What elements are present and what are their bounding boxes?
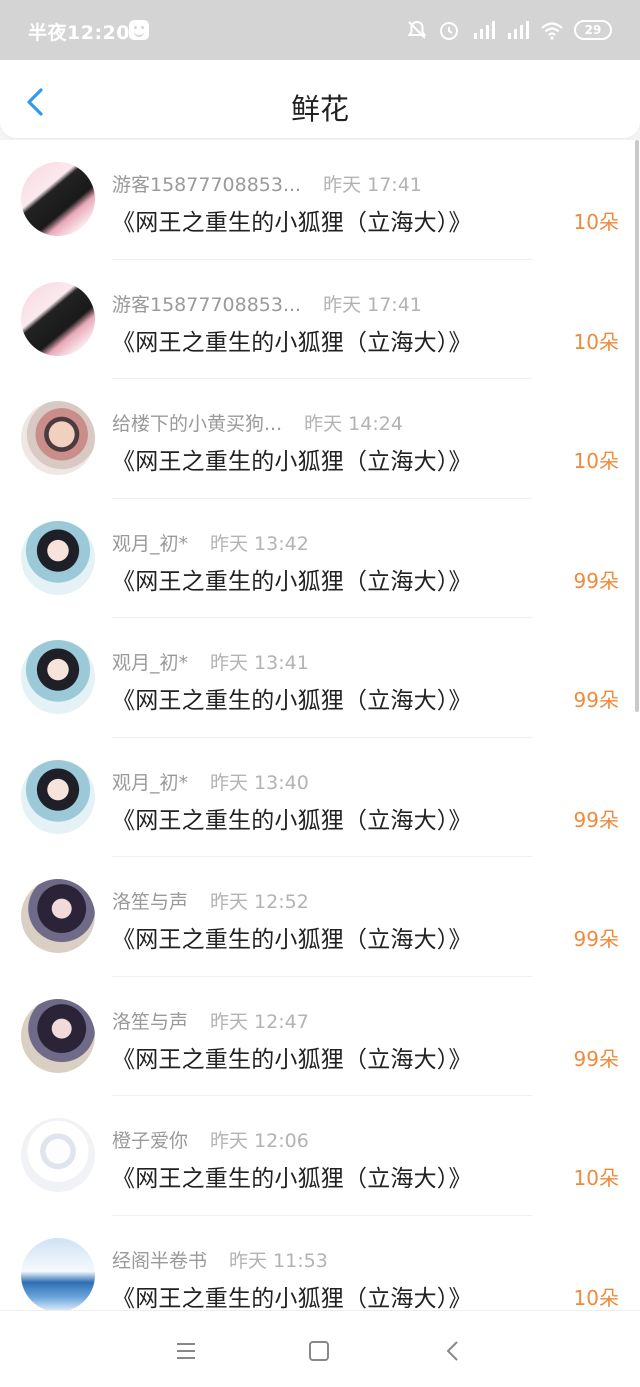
- timestamp: 昨天 14:24: [304, 413, 403, 435]
- flower-count: 10朵: [573, 1285, 619, 1310]
- user-name: 观月_初*: [112, 771, 189, 794]
- wifi-icon: [541, 22, 563, 40]
- page-title: 鲜花: [290, 92, 349, 126]
- list-item[interactable]: 给楼下的小黄买狗... 昨天 14:24 《网王之重生的小狐狸（立海大）》 10朵: [0, 379, 640, 499]
- user-name: 游客15877708853...: [112, 174, 302, 196]
- avatar[interactable]: [21, 1118, 95, 1192]
- chevron-left-icon: [446, 1341, 458, 1361]
- flower-count: 99朵: [573, 1046, 619, 1071]
- battery-icon: 29: [574, 20, 612, 40]
- book-title: 《网王之重生的小狐狸（立海大）》: [112, 807, 472, 834]
- list-item[interactable]: 观月_初* 昨天 13:40 《网王之重生的小狐狸（立海大）》 99朵: [0, 738, 640, 857]
- user-name: 经阁半卷书: [112, 1249, 208, 1272]
- list-item[interactable]: 观月_初* 昨天 13:41 《网王之重生的小狐狸（立海大）》 99朵: [0, 618, 640, 738]
- book-title: 《网王之重生的小狐狸（立海大）》: [112, 329, 472, 356]
- user-name: 洛笙与声: [112, 891, 189, 913]
- cell-signal-icon: [508, 21, 529, 39]
- avatar[interactable]: [21, 520, 95, 595]
- timestamp: 昨天 13:41: [210, 652, 309, 674]
- user-name: 给楼下的小黄买狗...: [112, 413, 283, 435]
- avatar[interactable]: [21, 162, 95, 236]
- alarm-clock-icon: [440, 22, 458, 40]
- flower-count: 99朵: [573, 688, 619, 712]
- book-title: 《网王之重生的小狐狸（立海大）》: [112, 688, 472, 714]
- avatar[interactable]: [21, 640, 95, 714]
- avatar[interactable]: [21, 401, 95, 475]
- list-item[interactable]: 橙子爱你 昨天 12:06 《网王之重生的小狐狸（立海大）》 10朵: [0, 1096, 640, 1216]
- menu-button[interactable]: [174, 1339, 198, 1363]
- user-name: 橙子爱你: [112, 1130, 189, 1152]
- book-title: 《网王之重生的小狐狸（立海大）》: [112, 449, 472, 475]
- header: 鲜花: [0, 60, 640, 138]
- home-square-icon: [309, 1341, 329, 1361]
- flower-count: 10朵: [573, 1166, 619, 1190]
- timestamp: 昨天 13:40: [210, 771, 309, 794]
- flower-list[interactable]: 游客15877708853... 昨天 17:41 《网王之重生的小狐狸（立海大）…: [0, 140, 640, 1310]
- menu-icon: [177, 1343, 195, 1359]
- book-title: 《网王之重生的小狐狸（立海大）》: [112, 1046, 472, 1073]
- avatar[interactable]: [21, 879, 95, 953]
- app-notification-icon: [129, 20, 149, 40]
- system-back-button[interactable]: [441, 1339, 465, 1363]
- timestamp: 昨天 12:52: [210, 891, 309, 913]
- book-title: 《网王之重生的小狐狸（立海大）》: [112, 568, 472, 595]
- avatar[interactable]: [21, 998, 95, 1073]
- list-item[interactable]: 洛笙与声 昨天 12:52 《网王之重生的小狐狸（立海大）》 99朵: [0, 857, 640, 977]
- book-title: 《网王之重生的小狐狸（立海大）》: [112, 1166, 472, 1192]
- list-item[interactable]: 游客15877708853... 昨天 17:41 《网王之重生的小狐狸（立海大）…: [0, 140, 640, 260]
- flower-count: 99朵: [573, 807, 619, 832]
- flower-count: 99朵: [573, 927, 619, 951]
- book-title: 《网王之重生的小狐狸（立海大）》: [112, 927, 472, 953]
- flower-count: 10朵: [573, 329, 619, 354]
- user-name: 观月_初*: [112, 652, 189, 674]
- timestamp: 昨天 12:06: [210, 1130, 309, 1152]
- status-time: 半夜12:20: [28, 22, 130, 44]
- mute-bell-icon: [407, 20, 427, 39]
- list-item[interactable]: 经阁半卷书 昨天 11:53 《网王之重生的小狐狸（立海大）》 10朵: [0, 1216, 640, 1311]
- hd-signal-icon: [474, 21, 495, 39]
- timestamp: 昨天 12:47: [210, 1010, 309, 1033]
- list-item[interactable]: 观月_初* 昨天 13:42 《网王之重生的小狐狸（立海大）》 99朵: [0, 499, 640, 618]
- user-name: 洛笙与声: [112, 1010, 189, 1033]
- flower-count: 10朵: [573, 210, 619, 234]
- list-item[interactable]: 游客15877708853... 昨天 17:41 《网王之重生的小狐狸（立海大）…: [0, 260, 640, 379]
- avatar[interactable]: [21, 759, 95, 834]
- home-button[interactable]: [307, 1339, 331, 1363]
- avatar[interactable]: [21, 1237, 95, 1310]
- flower-count: 99朵: [573, 568, 619, 593]
- status-icons: 29: [406, 18, 612, 42]
- list-item[interactable]: 洛笙与声 昨天 12:47 《网王之重生的小狐狸（立海大）》 99朵: [0, 977, 640, 1096]
- book-title: 《网王之重生的小狐狸（立海大）》: [112, 210, 472, 236]
- battery-level: 29: [584, 23, 602, 37]
- user-name: 游客15877708853...: [112, 293, 302, 316]
- status-bar: 半夜12:20 29: [0, 0, 640, 60]
- book-title: 《网王之重生的小狐狸（立海大）》: [112, 1285, 472, 1311]
- timestamp: 昨天 17:41: [323, 293, 422, 316]
- flower-count: 10朵: [573, 449, 619, 473]
- avatar[interactable]: [21, 281, 95, 356]
- system-nav-bar: [0, 1310, 640, 1387]
- timestamp: 昨天 13:42: [210, 532, 309, 555]
- user-name: 观月_初*: [112, 532, 189, 555]
- timestamp: 昨天 17:41: [323, 174, 422, 196]
- timestamp: 昨天 11:53: [229, 1249, 328, 1272]
